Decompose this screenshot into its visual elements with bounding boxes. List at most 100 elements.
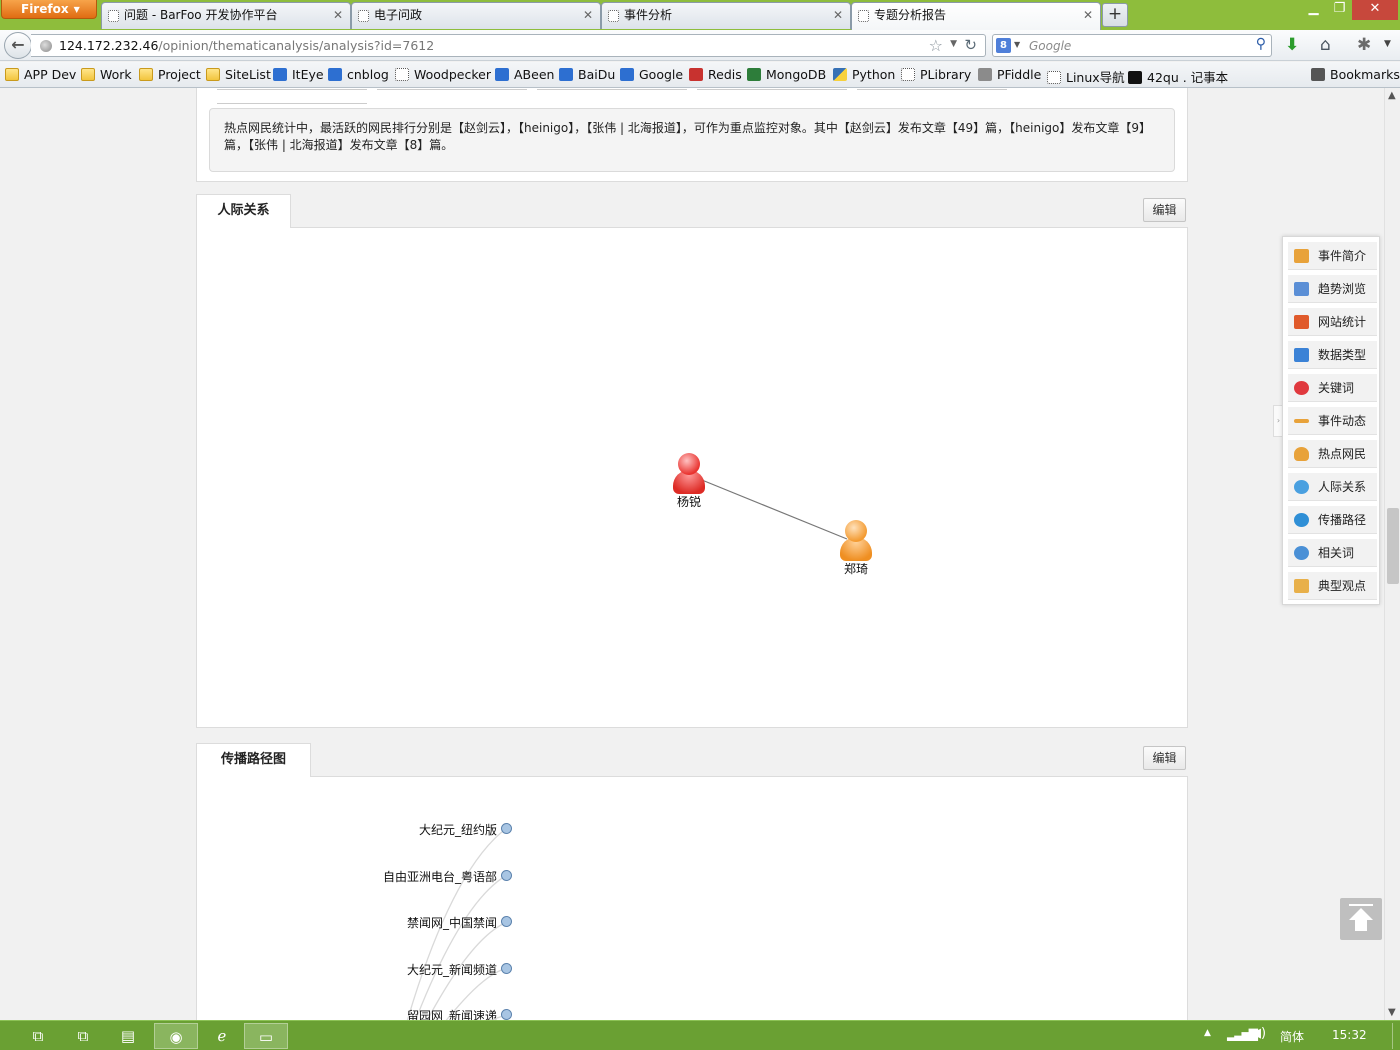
- chevron-up-icon[interactable]: ▲: [1388, 90, 1396, 101]
- download-icon[interactable]: ⬇: [1285, 35, 1299, 55]
- nav-event-dynamics[interactable]: 事件动态: [1288, 407, 1377, 435]
- nav-site-stats[interactable]: 网站统计: [1288, 308, 1377, 336]
- redis-icon: [689, 68, 703, 81]
- back-arrow-icon[interactable]: ←: [4, 32, 32, 59]
- globe-icon: [1294, 513, 1309, 527]
- spread-node-dot[interactable]: [501, 963, 512, 974]
- nav-typical-views[interactable]: 典型观点: [1288, 572, 1377, 600]
- baidu-paw-icon: [559, 68, 573, 81]
- spread-node-dot[interactable]: [501, 1009, 512, 1020]
- scroll-thumb[interactable]: [1387, 508, 1399, 584]
- bookmark-iteye[interactable]: ItEye: [273, 67, 324, 82]
- home-icon[interactable]: ⌂: [1320, 35, 1331, 55]
- edit-relations-button[interactable]: 编辑: [1143, 198, 1186, 222]
- book-icon: [1294, 249, 1309, 263]
- close-icon[interactable]: ✕: [583, 3, 593, 28]
- bookmark-mongodb[interactable]: MongoDB: [747, 67, 826, 82]
- search-placeholder: Google: [1029, 39, 1072, 53]
- nav-spread-path[interactable]: 传播路径: [1288, 506, 1377, 534]
- nav-keywords[interactable]: 关键词: [1288, 374, 1377, 402]
- tab-barfoo[interactable]: 问题 - BarFoo 开发协作平台 ✕: [101, 2, 351, 29]
- nav-event-intro[interactable]: 事件简介: [1288, 242, 1377, 270]
- tab-e-government[interactable]: 电子问政 ✕: [351, 2, 601, 29]
- remote-desktop-2-icon[interactable]: ⧉: [61, 1023, 105, 1049]
- bookmark-abeen[interactable]: ABeen: [495, 67, 554, 82]
- network-icon: [1294, 480, 1309, 494]
- back-to-top-button[interactable]: [1340, 898, 1382, 940]
- database-icon: [1294, 348, 1309, 362]
- bookmark-app-dev[interactable]: APP Dev: [5, 67, 76, 82]
- ime-indicator[interactable]: 简体: [1280, 1028, 1304, 1045]
- nav-trend[interactable]: 趋势浏览: [1288, 275, 1377, 303]
- close-icon[interactable]: ✕: [333, 3, 343, 28]
- bookmark-42qu[interactable]: 42qu . 记事本: [1128, 67, 1228, 86]
- firefox-menu-button[interactable]: Firefox ▼: [1, 0, 97, 19]
- bookmark-python[interactable]: Python: [833, 67, 895, 82]
- spread-node-label: 留园网_新闻速递: [406, 1009, 497, 1020]
- bookmarks-menu[interactable]: Bookmarks: [1311, 67, 1400, 82]
- nav-related-words[interactable]: 相关词: [1288, 539, 1377, 567]
- maximize-icon[interactable]: ❐: [1327, 0, 1352, 20]
- window-close-icon[interactable]: ✕: [1352, 0, 1398, 20]
- abeen-icon: [495, 68, 509, 81]
- tab-spread-path[interactable]: 传播路径图: [196, 743, 311, 777]
- bookmark-linux-nav[interactable]: Linux导航: [1047, 67, 1125, 86]
- chevron-down-icon[interactable]: ▼: [950, 39, 957, 49]
- bookmark-work[interactable]: Work: [81, 67, 132, 82]
- section-nav: 事件简介 趋势浏览 网站统计 数据类型 关键词 事件动态 热点网民 人际关系 传…: [1282, 236, 1380, 605]
- relation-edge: [696, 477, 848, 540]
- chat-app-icon[interactable]: ▭: [244, 1023, 288, 1049]
- minimize-icon[interactable]: ▁: [1300, 0, 1327, 20]
- page-scrollbar[interactable]: ▲ ▼: [1384, 88, 1400, 1020]
- close-icon[interactable]: ✕: [833, 3, 843, 28]
- title-bar: Firefox ▼ 问题 - BarFoo 开发协作平台 ✕ 电子问政 ✕ 事件分…: [0, 0, 1400, 30]
- bookmark-baidu[interactable]: BaiDu: [559, 67, 615, 82]
- tab-relations[interactable]: 人际关系: [196, 194, 291, 228]
- spread-node-dot[interactable]: [501, 870, 512, 881]
- user-head-icon: [845, 520, 867, 542]
- internet-explorer-icon[interactable]: ℯ: [200, 1023, 244, 1049]
- nav-relations[interactable]: 人际关系: [1288, 473, 1377, 501]
- nav-data-types[interactable]: 数据类型: [1288, 341, 1377, 369]
- tab-report[interactable]: 专题分析报告 ✕: [851, 2, 1101, 30]
- firefox-taskbar-icon[interactable]: ◉: [154, 1023, 198, 1049]
- new-tab-button[interactable]: +: [1102, 3, 1128, 27]
- chevron-down-icon[interactable]: ▼: [1384, 39, 1391, 49]
- close-icon[interactable]: ✕: [1083, 3, 1093, 28]
- bookmark-sitelist[interactable]: SiteList: [206, 67, 271, 82]
- bookmarks-toolbar: APP Dev Work Project SiteList ItEye cnbl…: [0, 62, 1400, 88]
- bookmark-plibrary[interactable]: PLibrary: [901, 67, 971, 82]
- python-icon: [833, 68, 847, 81]
- addon-icon[interactable]: ✱: [1357, 35, 1371, 55]
- bookmark-google[interactable]: Google: [620, 67, 683, 82]
- bookmark-redis[interactable]: Redis: [689, 67, 742, 82]
- search-input[interactable]: 8 ▼ Google ⚲: [992, 34, 1272, 57]
- bookmark-project[interactable]: Project: [139, 67, 201, 82]
- nav-hot-users[interactable]: 热点网民: [1288, 440, 1377, 468]
- chevron-down-icon[interactable]: ▼: [1388, 1007, 1396, 1018]
- remote-desktop-icon[interactable]: ⧉: [16, 1023, 60, 1049]
- volume-icon[interactable]: ◀): [1251, 1026, 1266, 1041]
- chevron-down-icon[interactable]: ▼: [1014, 40, 1020, 49]
- star-icon[interactable]: ☆: [929, 36, 943, 55]
- search-icon[interactable]: ⚲: [1256, 36, 1266, 52]
- bookmark-cnblog[interactable]: cnblog: [328, 67, 389, 82]
- tray-expand-icon[interactable]: ▲: [1204, 1028, 1211, 1038]
- search-engine-icon[interactable]: 8: [996, 38, 1011, 53]
- folder-icon: [5, 68, 19, 81]
- cloud-icon: [978, 68, 992, 81]
- spread-node-dot[interactable]: [501, 823, 512, 834]
- reload-icon[interactable]: ↻: [964, 36, 977, 54]
- url-bar[interactable]: 124.172.232.46/opinion/thematicanalysis/…: [31, 34, 986, 57]
- navigation-bar: ← 124.172.232.46/opinion/thematicanalysi…: [0, 30, 1400, 61]
- bookmark-woodpecker[interactable]: Woodpecker: [395, 67, 491, 82]
- page-icon: [358, 10, 369, 22]
- tab-event-analysis[interactable]: 事件分析 ✕: [601, 2, 851, 29]
- file-explorer-icon[interactable]: ▤: [106, 1023, 150, 1049]
- person-name: 郑琦: [844, 562, 869, 576]
- spread-node-dot[interactable]: [501, 916, 512, 927]
- bookmark-pfiddle[interactable]: PFiddle: [978, 67, 1041, 82]
- show-desktop-button[interactable]: [1392, 1023, 1398, 1049]
- edit-spread-button[interactable]: 编辑: [1143, 746, 1186, 770]
- clock[interactable]: 15:32: [1332, 1028, 1367, 1042]
